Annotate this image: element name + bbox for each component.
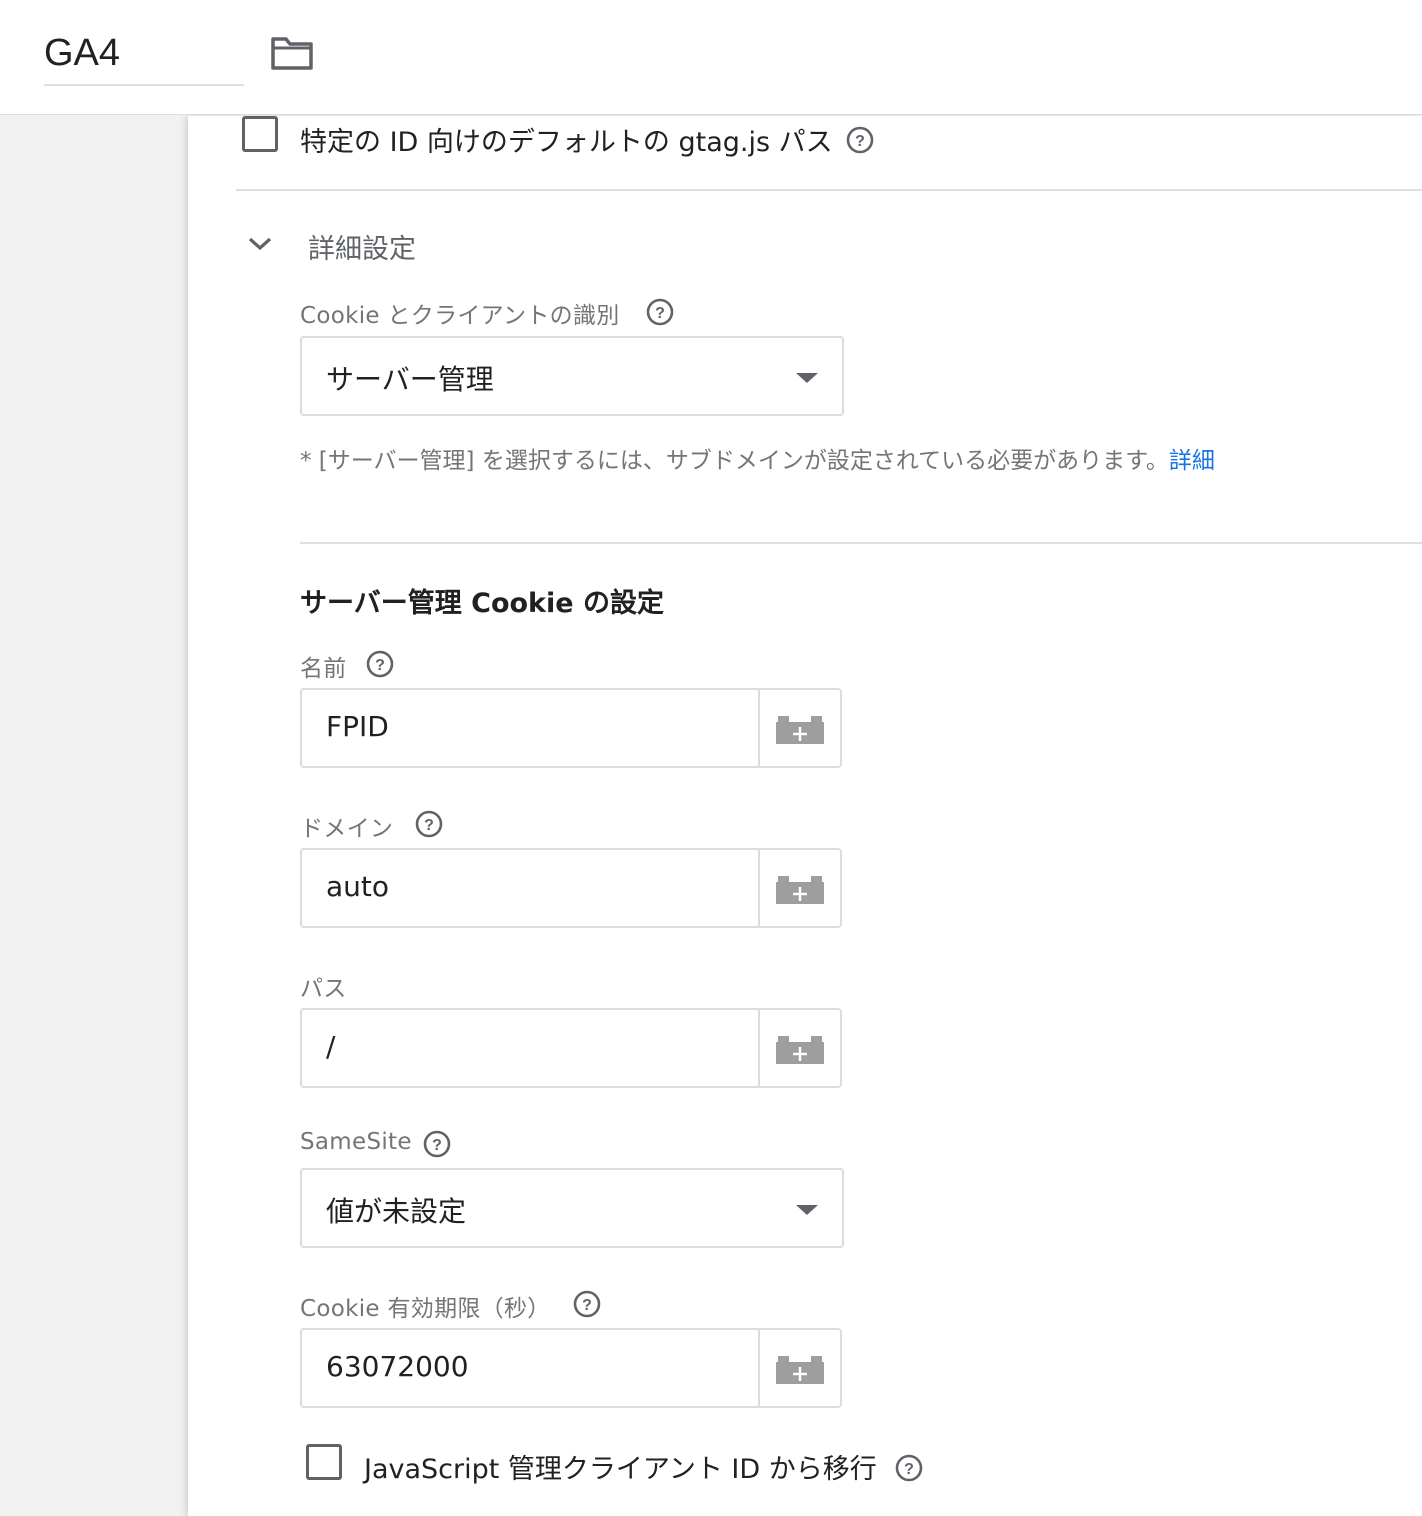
help-icon[interactable]: ? bbox=[894, 1453, 924, 1483]
dropdown-arrow-icon bbox=[796, 373, 818, 383]
cookie-domain-value: auto bbox=[326, 870, 390, 903]
cookie-expiry-input[interactable]: 63072000 bbox=[300, 1328, 842, 1408]
help-icon[interactable]: ? bbox=[572, 1289, 602, 1319]
cookie-name-input[interactable]: FPID bbox=[300, 688, 842, 768]
gtag-path-label: 特定の ID 向けのデフォルトの gtag.js パス bbox=[300, 127, 833, 158]
cookie-name-label: 名前 bbox=[300, 656, 347, 682]
svg-text:?: ? bbox=[424, 817, 434, 834]
svg-text:?: ? bbox=[855, 133, 865, 150]
note-text: * [サーバー管理] を選択するには、サブドメインが設定されている必要があります… bbox=[300, 448, 1169, 474]
help-icon[interactable]: ? bbox=[845, 125, 875, 155]
add-variable-icon bbox=[776, 1356, 824, 1384]
svg-text:?: ? bbox=[655, 305, 665, 322]
insert-variable-button[interactable] bbox=[758, 1010, 840, 1086]
insert-variable-button[interactable] bbox=[758, 1330, 840, 1406]
folder-icon[interactable] bbox=[270, 34, 314, 72]
left-gutter bbox=[0, 116, 188, 1516]
server-cookie-settings-title: サーバー管理 Cookie の設定 bbox=[300, 588, 664, 619]
cookie-path-label: パス bbox=[300, 976, 347, 1002]
add-variable-icon bbox=[776, 716, 824, 744]
insert-variable-button[interactable] bbox=[758, 690, 840, 766]
migrate-client-id-label: JavaScript 管理クライアント ID から移行 bbox=[364, 1454, 877, 1485]
divider bbox=[300, 542, 1422, 544]
svg-text:?: ? bbox=[582, 1297, 592, 1314]
svg-text:?: ? bbox=[904, 1461, 914, 1478]
cookie-expiry-value: 63072000 bbox=[326, 1350, 469, 1383]
samesite-label: SameSite bbox=[300, 1129, 412, 1155]
tag-name-text: GA4 bbox=[44, 32, 121, 74]
help-icon[interactable]: ? bbox=[414, 809, 444, 839]
svg-text:?: ? bbox=[432, 1137, 442, 1154]
cookie-client-id-label: Cookie とクライアントの識別 bbox=[300, 303, 620, 329]
tag-name-field[interactable]: GA4 bbox=[44, 28, 244, 86]
cookie-domain-label: ドメイン bbox=[300, 816, 394, 842]
insert-variable-button[interactable] bbox=[758, 850, 840, 926]
server-managed-note: * [サーバー管理] を選択するには、サブドメインが設定されている必要があります… bbox=[300, 441, 1215, 475]
dropdown-arrow-icon bbox=[796, 1205, 818, 1215]
header-bar: GA4 bbox=[0, 0, 1422, 115]
tag-config-panel: 特定の ID 向けのデフォルトの gtag.js パス ? 詳細設定 Cooki… bbox=[188, 116, 1422, 1516]
cookie-name-value: FPID bbox=[326, 710, 389, 743]
help-icon[interactable]: ? bbox=[645, 297, 675, 327]
learn-more-link[interactable]: 詳細 bbox=[1169, 448, 1215, 474]
samesite-select[interactable]: 値が未設定 bbox=[300, 1168, 844, 1248]
svg-text:?: ? bbox=[375, 657, 385, 674]
advanced-settings-title[interactable]: 詳細設定 bbox=[308, 227, 416, 266]
samesite-value: 値が未設定 bbox=[326, 1195, 467, 1228]
divider bbox=[236, 189, 1422, 191]
cookie-path-value: / bbox=[326, 1030, 336, 1063]
cookie-path-input[interactable]: / bbox=[300, 1008, 842, 1088]
migrate-client-id-checkbox[interactable] bbox=[306, 1444, 342, 1480]
cookie-client-id-value: サーバー管理 bbox=[326, 363, 494, 396]
help-icon[interactable]: ? bbox=[365, 649, 395, 679]
chevron-down-icon[interactable] bbox=[246, 234, 274, 254]
cookie-client-id-select[interactable]: サーバー管理 bbox=[300, 336, 844, 416]
cookie-expiry-label: Cookie 有効期限（秒） bbox=[300, 1296, 551, 1322]
gtag-path-checkbox[interactable] bbox=[242, 116, 278, 152]
add-variable-icon bbox=[776, 876, 824, 904]
add-variable-icon bbox=[776, 1036, 824, 1064]
help-icon[interactable]: ? bbox=[422, 1129, 452, 1159]
cookie-domain-input[interactable]: auto bbox=[300, 848, 842, 928]
